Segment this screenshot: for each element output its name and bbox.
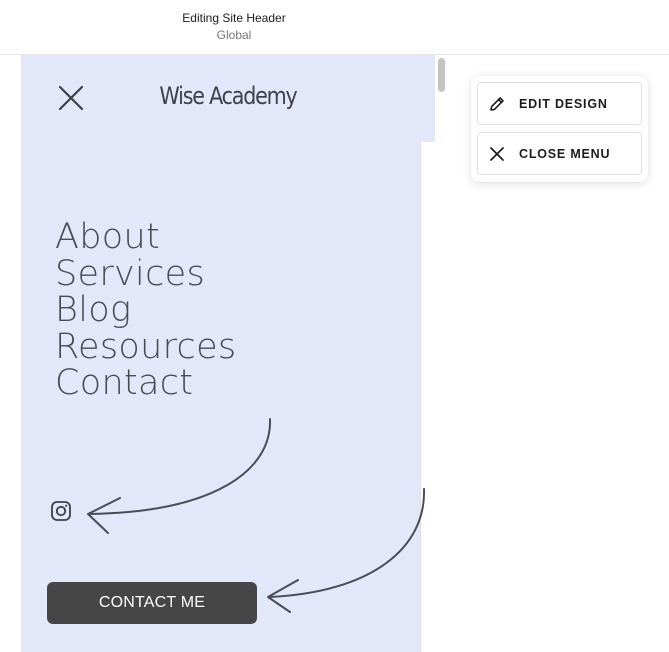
contact-me-button[interactable]: CONTACT ME — [47, 582, 257, 624]
nav-item-resources[interactable]: Resources — [55, 328, 236, 366]
nav-item-services[interactable]: Services — [55, 255, 236, 293]
pencil-icon — [490, 96, 504, 111]
mobile-nav-menu: About Services Blog Resources Contact — [55, 219, 236, 402]
preview-inner-scrollbar[interactable] — [420, 142, 435, 652]
edit-design-button[interactable]: EDIT DESIGN — [477, 82, 642, 125]
editor-top-bar: Editing Site Header Global — [0, 0, 669, 55]
editor-title: Editing Site Header — [182, 11, 286, 25]
close-menu-button[interactable]: CLOSE MENU — [477, 132, 642, 175]
preview-scrollbar[interactable] — [435, 55, 449, 652]
nav-item-about[interactable]: About — [55, 219, 236, 256]
instagram-icon[interactable] — [50, 500, 72, 522]
close-icon[interactable] — [57, 84, 85, 112]
editor-popover-menu: EDIT DESIGN CLOSE MENU — [471, 76, 648, 182]
editor-subtitle: Global — [216, 28, 252, 42]
site-brand-logo[interactable]: Wise Academy — [127, 82, 330, 110]
nav-item-contact[interactable]: Contact — [55, 365, 236, 402]
nav-item-blog[interactable]: Blog — [55, 292, 236, 329]
edit-design-label: EDIT DESIGN — [519, 96, 608, 111]
scrollbar-thumb[interactable] — [438, 58, 445, 92]
close-icon — [490, 146, 504, 161]
close-menu-label: CLOSE MENU — [519, 146, 611, 161]
